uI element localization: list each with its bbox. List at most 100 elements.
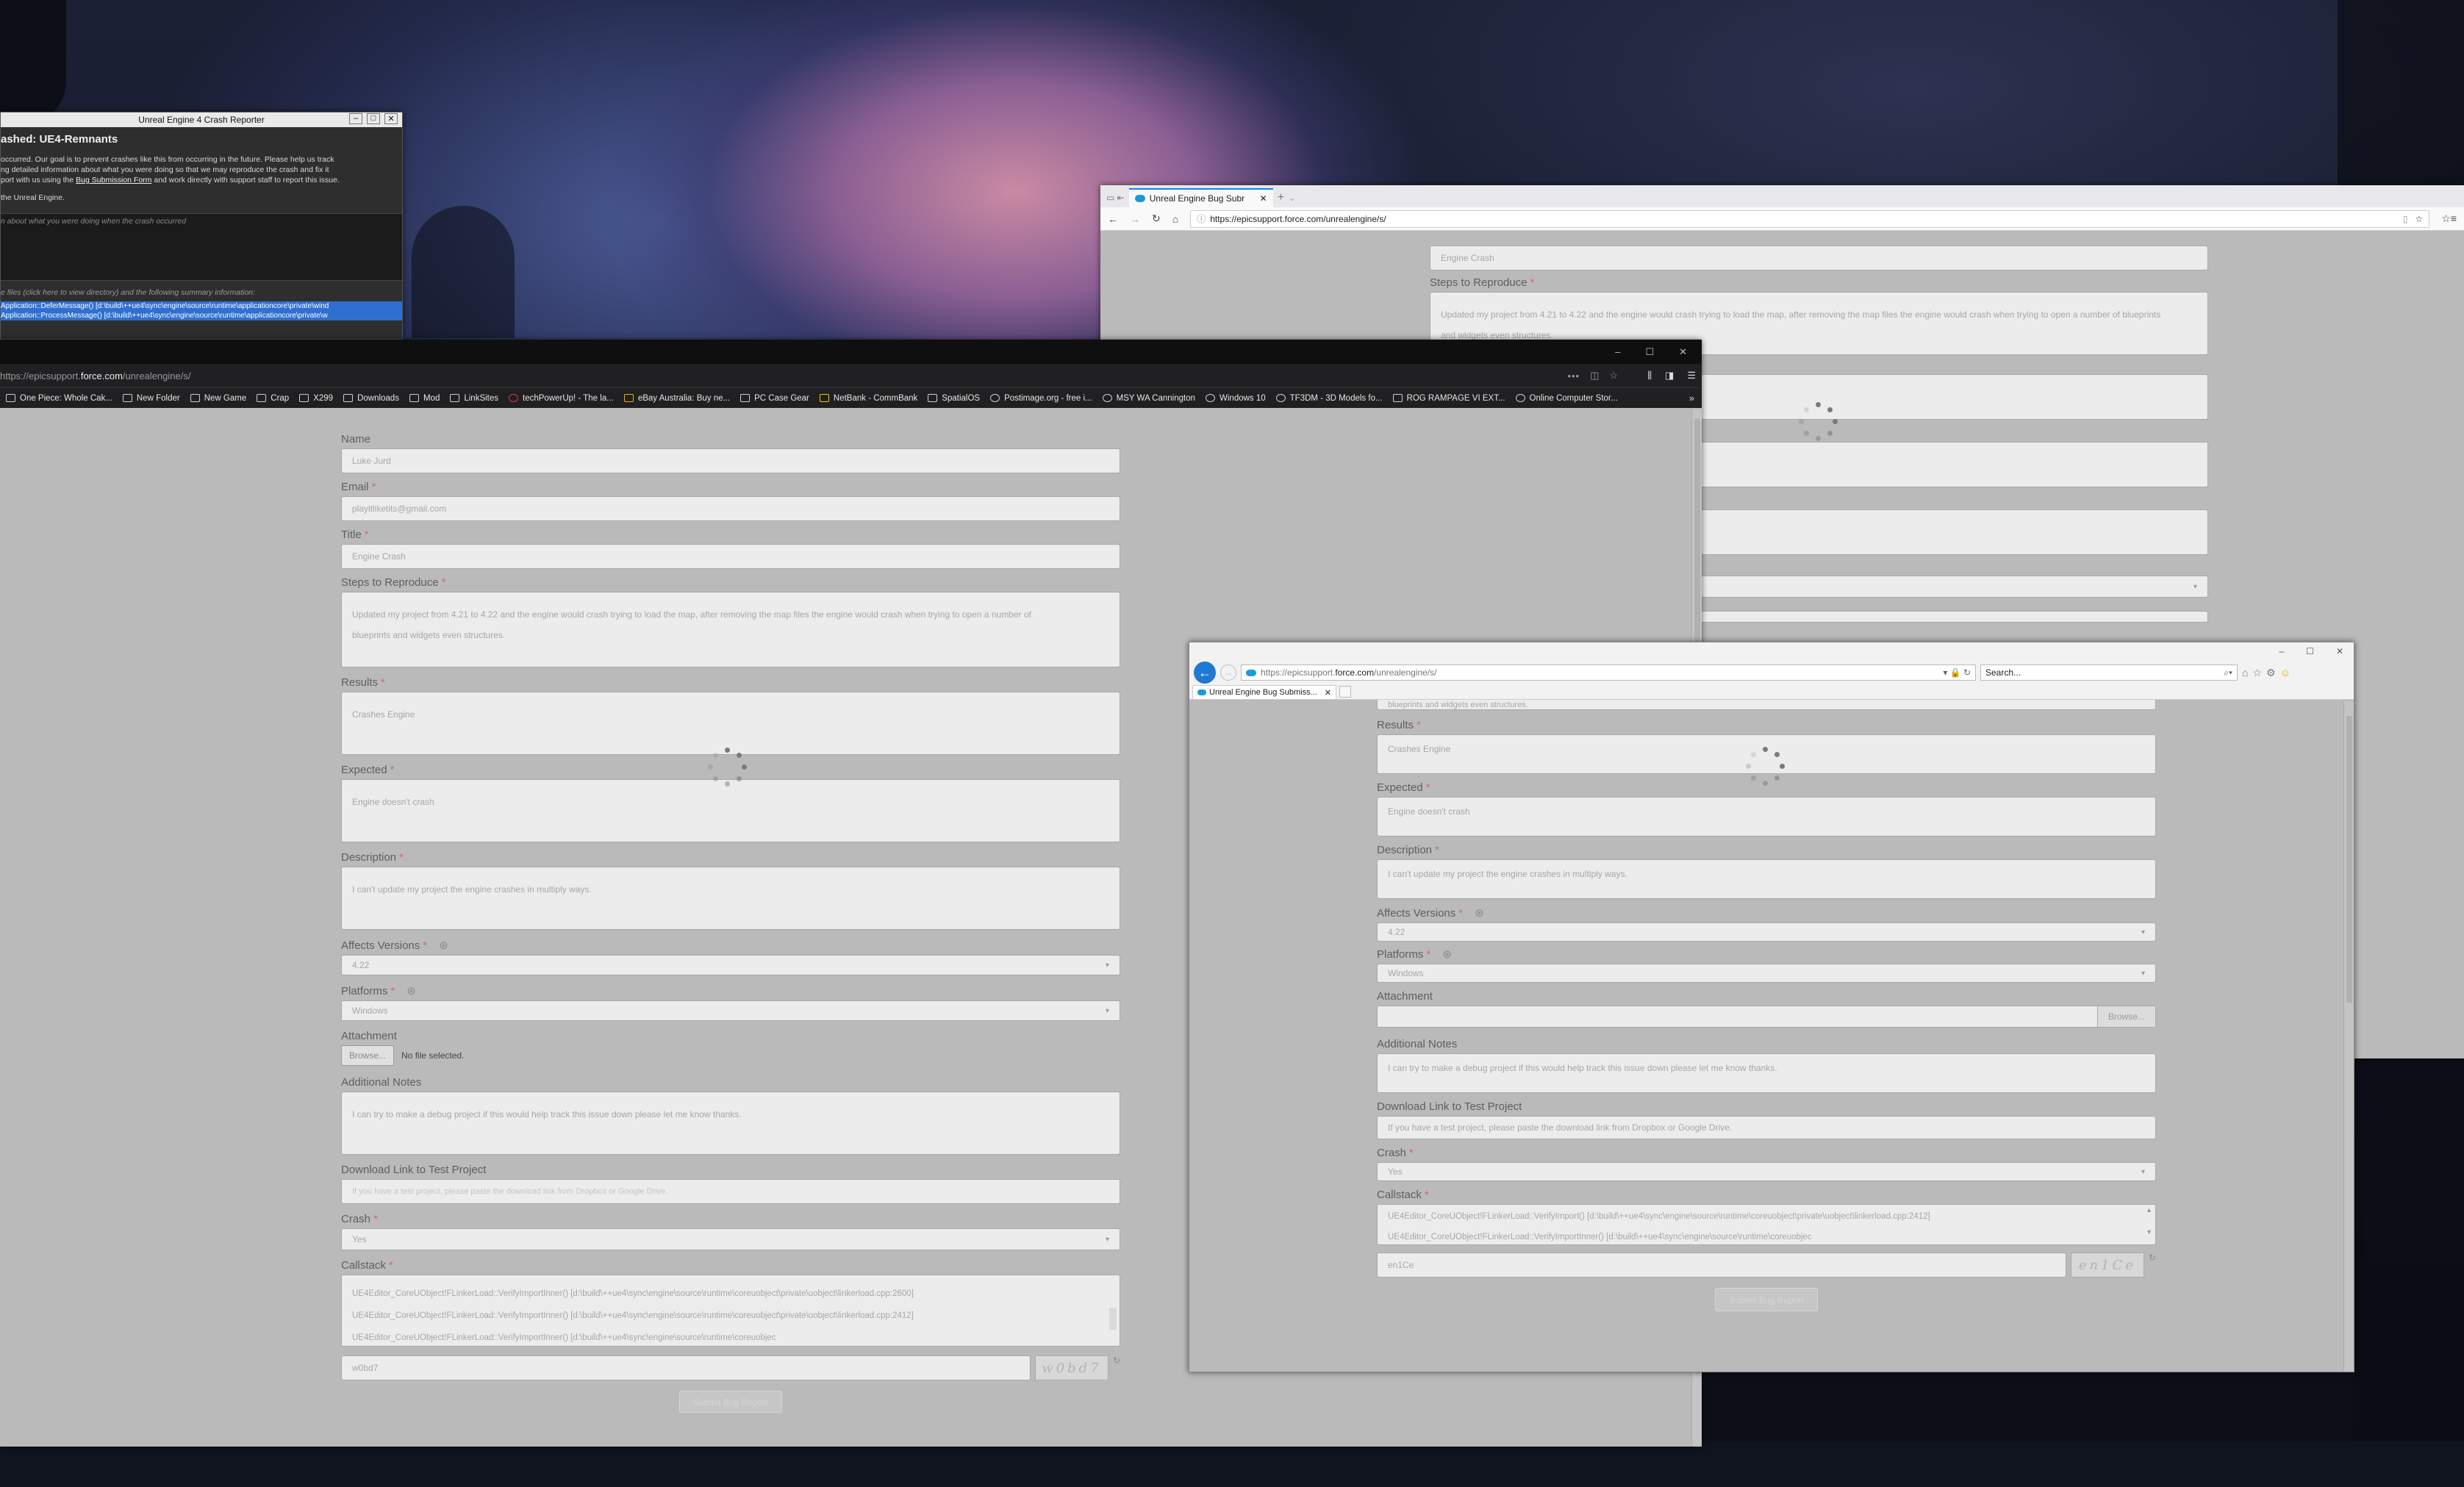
bookmark-item[interactable]: Postimage.org - free i... (990, 394, 1092, 403)
bookmark-item[interactable]: TF3DM - 3D Models fo... (1275, 394, 1383, 403)
chevron-down-icon[interactable]: ⌄ (1289, 193, 1295, 207)
ie-search-field[interactable]: Search... ⌕▾ (1980, 664, 2238, 681)
bookmark-item[interactable]: One Piece: Whole Cak... (6, 394, 112, 403)
star-icon[interactable]: ☆ (2415, 214, 2424, 224)
ie-callstack-field[interactable]: UE4Editor_CoreUObject!FLinkerLoad::Verif… (1377, 1204, 2156, 1245)
smiley-icon[interactable]: ☺ (2280, 667, 2291, 678)
minimize-icon[interactable]: – (1615, 346, 1620, 357)
forward-arrow-icon[interactable]: → (1220, 664, 1236, 681)
crash-log-line[interactable]: Application::DeferMessage() [d:\build\++… (1, 301, 402, 311)
bookmark-item[interactable]: eBay Australia: Buy ne... (623, 394, 730, 403)
minimize-icon[interactable]: – (349, 113, 362, 124)
steps-field[interactable]: Updated my project from 4.21 to 4.22 and… (341, 592, 1120, 667)
bookmark-item[interactable]: Downloads (343, 394, 399, 403)
crash-select[interactable]: Yes ▾ (341, 1228, 1120, 1250)
ie-download-field[interactable]: If you have a test project, please paste… (1377, 1116, 2156, 1139)
ie-attachment-field[interactable]: Browse... (1377, 1006, 2156, 1028)
captcha-input[interactable]: w0bd7 (341, 1355, 1031, 1380)
name-field[interactable]: Luke Jurd (341, 448, 1120, 473)
bookmark-item[interactable]: techPowerUp! - The la... (509, 394, 614, 403)
ie-url-bar[interactable]: https://epicsupport. force.com/unrealengi… (1241, 664, 1976, 681)
star-icon[interactable]: ☆ (1609, 370, 1618, 381)
tab-list-icon[interactable]: ▭ ⇤ (1106, 193, 1125, 207)
ie-notes-field[interactable]: I can try to make a debug project if thi… (1377, 1053, 2156, 1093)
pocket-icon[interactable]: ◫ (1590, 370, 1599, 381)
affects-select[interactable]: 4.22 ▾ (341, 955, 1120, 975)
close-icon[interactable]: ✕ (384, 113, 398, 124)
reload-icon[interactable]: ↻ (1152, 212, 1161, 225)
search-icon[interactable]: ⌕▾ (2224, 667, 2232, 678)
bookmark-item[interactable]: MSY WA Cannington (1102, 394, 1195, 403)
callstack-scrollbar[interactable] (1109, 1308, 1117, 1330)
sidebar-icon[interactable]: ◨ (1665, 370, 1674, 381)
ie-steps-field[interactable]: blueprints and widgets even structures. (1377, 700, 2156, 710)
close-tab-icon[interactable]: ✕ (1260, 193, 1267, 204)
bookmark-item[interactable]: NetBank - CommBank (819, 394, 917, 403)
close-icon[interactable]: ✕ (1679, 346, 1687, 358)
favorites-star-icon[interactable]: ☆ (2252, 667, 2262, 679)
close-tab-icon[interactable]: ✕ (1325, 688, 1331, 698)
minimize-icon[interactable]: – (2279, 646, 2284, 656)
ie-crash-select[interactable]: Yes ▾ (1377, 1162, 2156, 1181)
ie-description-field[interactable]: I can't update my project the engine cra… (1377, 859, 2156, 899)
bookmark-item[interactable]: Windows 10 (1206, 394, 1266, 403)
description-field[interactable]: I can't update my project the engine cra… (341, 867, 1120, 930)
hamburger-menu-icon[interactable]: ☰ (1687, 370, 1696, 381)
crash-log-line[interactable]: Application::ProcessMessage() [d:\build\… (1, 311, 402, 320)
platforms-select[interactable]: Windows ▾ (341, 1000, 1120, 1021)
lock-icon[interactable]: ▾ 🔒 ↻ (1943, 667, 1971, 678)
home-icon[interactable]: ⌂ (2242, 667, 2248, 678)
bookmark-item[interactable]: ROG RAMPAGE VI EXT... (1392, 394, 1505, 403)
submit-bug-report-button[interactable]: Submit Bug Report (679, 1391, 782, 1413)
forward-arrow-icon[interactable]: → (1130, 213, 1140, 225)
bookmark-item[interactable]: LinkSites (450, 394, 498, 403)
library-icon[interactable]: ⫼ (1647, 370, 1652, 381)
ie-submit-bug-report-button[interactable]: Submit Bug Report (1715, 1288, 1818, 1311)
chevron-right-icon[interactable]: » (1689, 393, 1694, 404)
bookmark-item[interactable]: SpatialOS (928, 394, 980, 403)
new-tab-icon[interactable]: + (1278, 191, 1284, 207)
more-actions-icon[interactable]: ••• (1567, 370, 1580, 381)
ie-expected-field[interactable]: Engine doesn't crash (1377, 797, 2156, 836)
results-field[interactable]: Crashes Engine (341, 692, 1120, 755)
ie-browse-button[interactable]: Browse... (2096, 1006, 2155, 1027)
download-field[interactable]: If you have a test project, please paste… (341, 1179, 1120, 1204)
ie-captcha-input[interactable]: en1Ce (1377, 1253, 2066, 1278)
ff-back-title-field[interactable]: Engine Crash (1430, 246, 2208, 270)
refresh-captcha-icon[interactable]: ↻ (2149, 1253, 2156, 1263)
maximize-icon[interactable]: □ (367, 113, 380, 124)
back-arrow-icon[interactable]: ← (1108, 213, 1118, 225)
title-field[interactable]: Engine Crash (341, 544, 1120, 569)
bookmark-item[interactable]: New Folder (122, 394, 180, 403)
email-field[interactable]: playitliketits@gmail.com (341, 496, 1120, 521)
ie-affects-select[interactable]: 4.22 ▾ (1377, 922, 2156, 942)
maximize-icon[interactable]: ☐ (1645, 346, 1654, 358)
help-icon[interactable]: ⊛ (439, 939, 448, 952)
ff-main-url-bar[interactable]: https://epicsupport. force.com/unrealengi… (0, 366, 1618, 385)
bookmark-item[interactable]: X299 (299, 394, 333, 403)
new-tab-icon[interactable] (1339, 686, 1351, 698)
scrollbar-thumb[interactable] (2346, 716, 2352, 1003)
ie-scrollbar[interactable] (2343, 701, 2354, 1372)
ff-back-tab[interactable]: Unreal Engine Bug Subr ✕ (1128, 188, 1273, 207)
callstack-field[interactable]: UE4Editor_CoreUObject!FLinkerLoad::Verif… (341, 1275, 1120, 1347)
bookmark-item[interactable]: Crap (257, 394, 289, 403)
maximize-icon[interactable]: ☐ (2306, 646, 2314, 656)
bookmark-item[interactable]: PC Case Gear (740, 394, 809, 403)
bug-submission-link[interactable]: Bug Submission Form (76, 176, 151, 184)
close-icon[interactable]: ✕ (2336, 646, 2343, 656)
library-icon[interactable]: ☆≡ (2441, 212, 2457, 225)
gear-icon[interactable]: ⚙ (2266, 667, 2276, 679)
help-icon[interactable]: ⊛ (1442, 948, 1452, 961)
bookmark-item[interactable]: Mod (409, 394, 440, 403)
ie-tab[interactable]: Unreal Engine Bug Submiss... ✕ (1192, 685, 1336, 699)
bookmark-item[interactable]: New Game (190, 394, 246, 403)
crash-comment-textarea[interactable]: n about what you were doing when the cra… (1, 213, 402, 281)
ff-back-url-bar[interactable]: ⓘ https://epicsupport.force.com/unrealen… (1190, 209, 2430, 228)
bookmark-item[interactable]: Online Computer Stor... (1515, 394, 1618, 403)
home-icon[interactable]: ⌂ (1172, 213, 1178, 225)
reader-icon[interactable]: ▯ (2403, 214, 2408, 224)
refresh-captcha-icon[interactable]: ↻ (1113, 1355, 1120, 1366)
ie-platforms-select[interactable]: Windows ▾ (1377, 964, 2156, 983)
notes-field[interactable]: I can try to make a debug project if thi… (341, 1092, 1120, 1155)
